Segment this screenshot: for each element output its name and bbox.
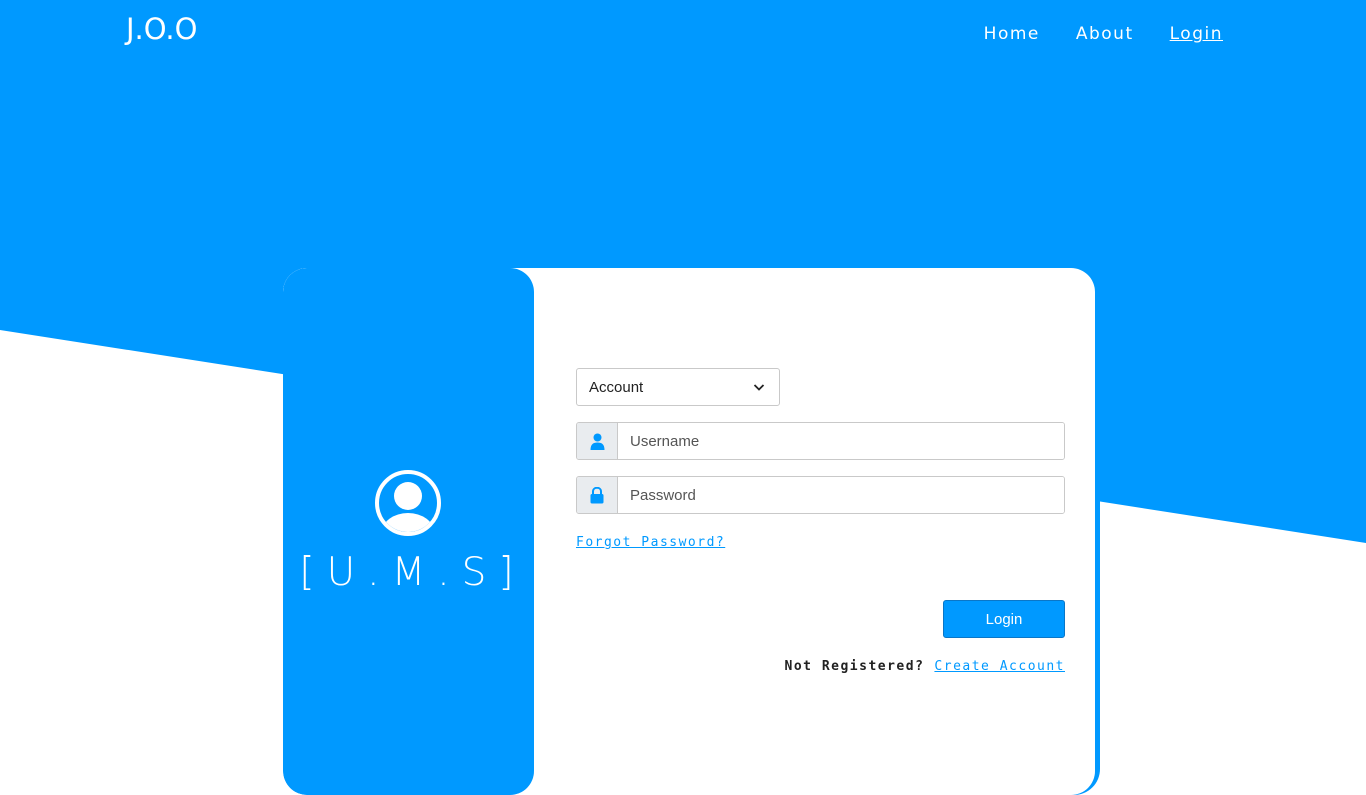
username-input[interactable] xyxy=(618,423,1064,459)
register-prompt: Not Registered? xyxy=(784,659,925,674)
user-circle-icon xyxy=(375,470,441,536)
app-title: [U.M.S] xyxy=(299,550,526,595)
brand-logo[interactable]: J.O.O xyxy=(126,12,197,46)
nav-link-home[interactable]: Home xyxy=(984,24,1040,44)
nav-link-about[interactable]: About xyxy=(1076,24,1134,44)
password-group xyxy=(576,476,1065,514)
password-input[interactable] xyxy=(618,477,1064,513)
brand-panel: [U.M.S] xyxy=(283,268,534,795)
login-form: Account Forgot Password xyxy=(576,368,1065,674)
account-select-value: Account xyxy=(589,378,644,396)
register-row: Not Registered? Create Account xyxy=(576,659,1065,674)
login-row: Login xyxy=(576,600,1065,638)
nav-link-login[interactable]: Login xyxy=(1170,24,1223,44)
username-group xyxy=(576,422,1065,460)
create-account-link[interactable]: Create Account xyxy=(934,659,1065,674)
chevron-down-icon xyxy=(753,384,765,391)
lock-icon xyxy=(577,477,618,513)
forgot-password-link[interactable]: Forgot Password? xyxy=(576,535,725,550)
user-icon xyxy=(577,423,618,459)
account-type-select[interactable]: Account xyxy=(576,368,780,406)
login-button[interactable]: Login xyxy=(943,600,1065,638)
login-card: [U.M.S] Account Username Forgot Password… xyxy=(283,268,1095,795)
main-nav: Home About Login xyxy=(984,24,1223,44)
